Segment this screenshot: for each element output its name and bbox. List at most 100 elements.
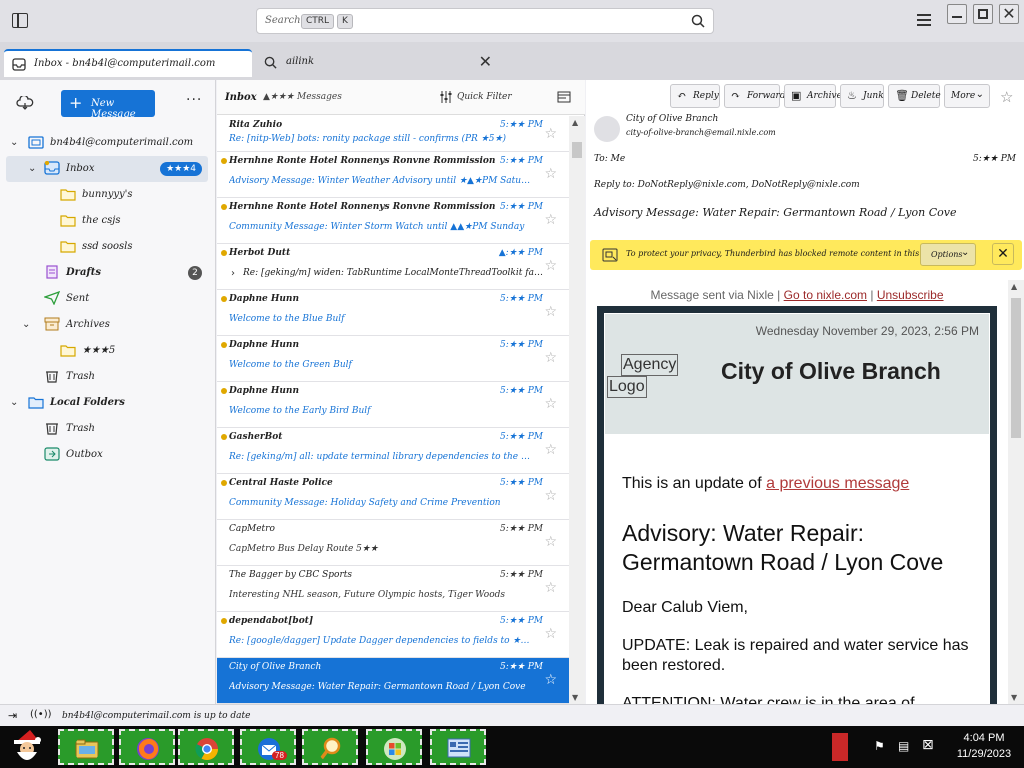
star-icon[interactable]: ☆ bbox=[544, 304, 557, 320]
star-icon[interactable]: ☆ bbox=[544, 488, 557, 504]
scroll-thumb[interactable] bbox=[1011, 298, 1021, 438]
options-button[interactable]: Options ⌄ bbox=[920, 243, 976, 266]
taskbar-firefox[interactable] bbox=[119, 729, 175, 765]
star-icon[interactable]: ☆ bbox=[1000, 88, 1013, 106]
message-row[interactable]: GasherBot 5:★★ PM Re: [geking/m] all: upda… bbox=[217, 428, 569, 474]
agency-logo[interactable]: Agency Logo bbox=[607, 354, 679, 398]
message-row[interactable]: dependabot[bot] 5:★★ PM Re: [google/dagger… bbox=[217, 612, 569, 658]
taskbar-search[interactable] bbox=[302, 729, 358, 765]
taskbar-chrome[interactable] bbox=[178, 729, 234, 765]
folder-local-folders[interactable]: ⌄ Local Folders bbox=[0, 390, 216, 416]
message-row[interactable]: The Bagger by CBC Sports 5:★★ PM Interesti… bbox=[217, 566, 569, 612]
message-row[interactable]: Daphne Hunn 5:★★ PM Welcome to the Green B… bbox=[217, 336, 569, 382]
star-icon[interactable]: ☆ bbox=[544, 580, 557, 596]
system-clock[interactable]: 4:04 PM 11/29/2023 bbox=[946, 730, 1022, 762]
taskbar-thunderbird[interactable]: 78 bbox=[240, 729, 296, 765]
sender-email[interactable]: city-of-olive-branch@email.nixle.com bbox=[626, 128, 776, 137]
scroll-down-icon[interactable]: ▼ bbox=[572, 693, 578, 702]
folder-drafts[interactable]: Drafts 2 bbox=[0, 260, 216, 286]
sender-name[interactable]: City of Olive Branch bbox=[626, 114, 718, 124]
star-icon[interactable]: ☆ bbox=[544, 166, 557, 182]
star-icon[interactable]: ☆ bbox=[544, 350, 557, 366]
message-row[interactable]: City of Olive Branch 5:★★ PM Advisory Mess… bbox=[217, 658, 569, 704]
folder-ssd-soosls[interactable]: ssd soosls bbox=[0, 234, 216, 260]
maximize-button[interactable] bbox=[973, 4, 993, 24]
folder-archive-year[interactable]: ★★★5 bbox=[0, 338, 216, 364]
star-icon[interactable]: ☆ bbox=[544, 126, 557, 142]
global-search-input[interactable]: Search... CTRL K bbox=[256, 8, 714, 34]
star-icon[interactable]: ☆ bbox=[544, 442, 557, 458]
message-row[interactable]: CapMetro 5:★★ PM CapMetro Bus Delay Route … bbox=[217, 520, 569, 566]
scroll-thumb[interactable] bbox=[572, 142, 582, 158]
star-icon[interactable]: ☆ bbox=[544, 396, 557, 412]
volume-muted-icon[interactable]: ⊠ bbox=[922, 737, 934, 753]
folder-archives[interactable]: ⌄ Archives bbox=[0, 312, 216, 338]
app-menu-icon[interactable] bbox=[917, 14, 931, 29]
message-list-scrollbar[interactable]: ▲ ▼ bbox=[569, 116, 585, 704]
message-row[interactable]: Daphne Hunn 5:★★ PM Welcome to the Blue Bu… bbox=[217, 290, 569, 336]
search-icon[interactable] bbox=[691, 14, 705, 28]
folder-bunnyyys[interactable]: bunnyyy's bbox=[0, 182, 216, 208]
get-messages-icon[interactable] bbox=[16, 96, 34, 110]
collapse-icon[interactable]: ⌄ bbox=[28, 163, 38, 174]
star-icon[interactable]: ☆ bbox=[544, 626, 557, 642]
star-icon[interactable]: ☆ bbox=[544, 258, 557, 274]
minimize-button[interactable] bbox=[947, 4, 967, 24]
list-options-icon[interactable] bbox=[557, 90, 571, 104]
flag-icon[interactable]: ⚑ bbox=[874, 739, 885, 753]
reading-pane-scrollbar[interactable]: ▲ ▼ bbox=[1008, 280, 1024, 704]
message-row[interactable]: Herbot Dutt ▲:★★ PM › Re: [geking/m] widen:… bbox=[217, 244, 569, 290]
collapse-icon[interactable]: ⌄ bbox=[10, 397, 20, 408]
forward-button[interactable]: ↷ Forward bbox=[724, 84, 786, 108]
network-icon[interactable]: ▤ bbox=[898, 739, 909, 753]
taskbar-windows[interactable] bbox=[366, 729, 422, 765]
message-row[interactable]: Hernhne Ronte Hotel Ronnenys Ronvne Romm… bbox=[217, 198, 569, 244]
previous-message-link[interactable]: a previous message bbox=[766, 475, 909, 492]
message-row[interactable]: Rita Zuhio 5:★★ PM Re: [nitp-Web] bots: ro… bbox=[217, 116, 569, 152]
collapse-pane-icon[interactable]: ⇥ bbox=[8, 709, 17, 722]
show-desktop-strip[interactable] bbox=[832, 733, 848, 761]
star-icon[interactable]: ☆ bbox=[544, 672, 557, 688]
folder-inbox[interactable]: ⌄ Inbox ★★★4 bbox=[6, 156, 208, 182]
tab-search[interactable]: ailink ✕ bbox=[256, 49, 500, 77]
new-message-button[interactable]: + New Message bbox=[61, 90, 155, 120]
message-row[interactable]: Hernhne Ronte Hotel Ronnenys Ronvne Romm… bbox=[217, 152, 569, 198]
thread-expand-icon[interactable]: › bbox=[231, 268, 235, 279]
more-options-icon[interactable]: ··· bbox=[186, 92, 202, 108]
activity-icon[interactable]: ((•)) bbox=[30, 709, 52, 720]
unsubscribe-link[interactable]: Unsubscribe bbox=[877, 288, 944, 302]
folder-account[interactable]: ⌄ bn4b4l@computerimail.com bbox=[0, 130, 216, 156]
archive-button[interactable]: ▣ Archive bbox=[784, 84, 842, 108]
scroll-up-icon[interactable]: ▲ bbox=[1011, 282, 1017, 291]
recipient[interactable]: To: Me bbox=[594, 154, 625, 164]
delete-button[interactable]: 🗑 Delete bbox=[888, 84, 941, 108]
scroll-down-icon[interactable]: ▼ bbox=[1011, 693, 1017, 702]
taskbar-control-panel[interactable] bbox=[430, 729, 486, 765]
sidebar-toggle-icon[interactable] bbox=[12, 13, 28, 28]
star-icon[interactable]: ☆ bbox=[544, 212, 557, 228]
taskbar-file-explorer[interactable] bbox=[58, 729, 114, 765]
folder-trash[interactable]: Trash bbox=[0, 364, 216, 390]
folder-sent[interactable]: Sent bbox=[0, 286, 216, 312]
collapse-icon[interactable]: ⌄ bbox=[22, 319, 32, 330]
tab-inbox[interactable]: Inbox - bn4b4l@computerimail.com bbox=[4, 49, 252, 77]
folder-the-csjs[interactable]: the csjs bbox=[0, 208, 216, 234]
start-button[interactable] bbox=[2, 728, 52, 766]
close-button[interactable]: ✕ bbox=[999, 4, 1019, 24]
folder-outbox[interactable]: Outbox bbox=[0, 442, 216, 468]
collapse-icon[interactable]: ⌄ bbox=[10, 137, 20, 148]
quick-filter-button[interactable]: Quick Filter bbox=[457, 92, 512, 102]
star-icon[interactable]: ☆ bbox=[544, 534, 557, 550]
quick-filter-icon[interactable] bbox=[439, 90, 453, 104]
message-row[interactable]: Central Haste Police 5:★★ PM Community Mes… bbox=[217, 474, 569, 520]
scroll-up-icon[interactable]: ▲ bbox=[572, 118, 578, 127]
message-row[interactable]: Daphne Hunn 5:★★ PM Welcome to the Early B… bbox=[217, 382, 569, 428]
folder-local-trash[interactable]: Trash bbox=[0, 416, 216, 442]
close-notification-button[interactable]: ✕ bbox=[992, 243, 1014, 265]
reply-button[interactable]: ↶ Reply bbox=[670, 84, 720, 108]
close-tab-icon[interactable]: ✕ bbox=[479, 52, 492, 71]
reply-to[interactable]: Reply to: DoNotReply@nixle.com, DoNotRep… bbox=[594, 180, 860, 190]
more-button[interactable]: More ⌄ bbox=[944, 84, 990, 108]
junk-button[interactable]: ♨ Junk bbox=[840, 84, 884, 108]
goto-nixle-link[interactable]: Go to nixle.com bbox=[784, 288, 867, 302]
